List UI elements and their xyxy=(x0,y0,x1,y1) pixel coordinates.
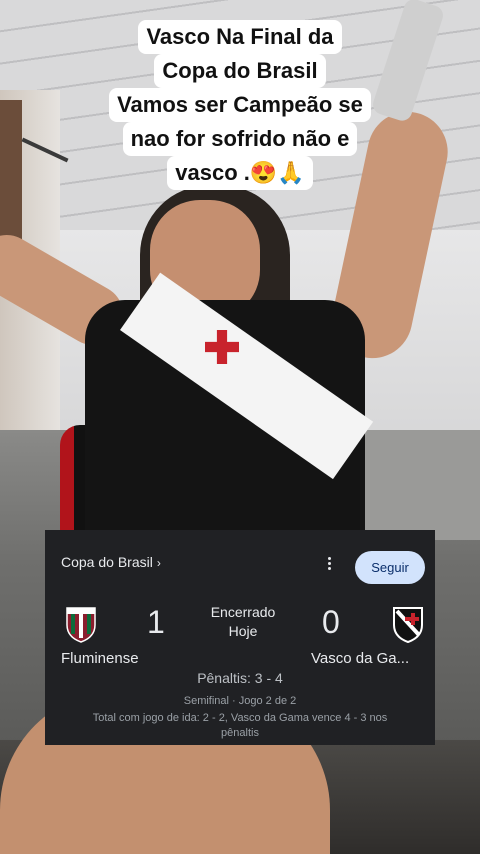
competition-link[interactable]: Copa do Brasil › xyxy=(61,554,161,570)
away-team-name[interactable]: Vasco da Ga... xyxy=(311,650,409,667)
away-score: 0 xyxy=(322,604,340,640)
vasco-crest-icon xyxy=(391,605,425,644)
aggregate-summary: Total com jogo de ida: 2 - 2, Vasco da G… xyxy=(92,712,388,739)
caption-line-2: Copa do Brasil xyxy=(154,54,326,88)
caption-line-4: nao for sofrido não e xyxy=(122,122,358,156)
home-score: 1 xyxy=(147,604,165,640)
competition-name: Copa do Brasil xyxy=(61,554,153,570)
fluminense-crest-icon xyxy=(64,605,98,643)
more-options-icon[interactable] xyxy=(324,555,334,573)
status-label: Encerrado xyxy=(210,604,276,620)
caption-line-1: Vasco Na Final da xyxy=(138,20,342,54)
match-score-card[interactable]: Copa do Brasil › Seguir 1 Encerrado Hoje … xyxy=(45,530,435,745)
video-caption: Vasco Na Final da Copa do Brasil Vamos s… xyxy=(0,20,480,190)
caption-line-3: Vamos ser Campeão se xyxy=(109,88,371,122)
penalty-score: Pênaltis: 3 - 4 xyxy=(197,670,283,686)
match-status: Encerrado Hoje xyxy=(195,603,291,641)
follow-button[interactable]: Seguir xyxy=(355,551,425,584)
match-round: Semifinal · Jogo 2 de 2 xyxy=(183,695,297,707)
chevron-right-icon: › xyxy=(156,556,161,570)
caption-line-5: vasco .😍🙏 xyxy=(167,156,313,190)
status-date: Hoje xyxy=(228,623,258,639)
home-team-name[interactable]: Fluminense xyxy=(61,650,139,667)
